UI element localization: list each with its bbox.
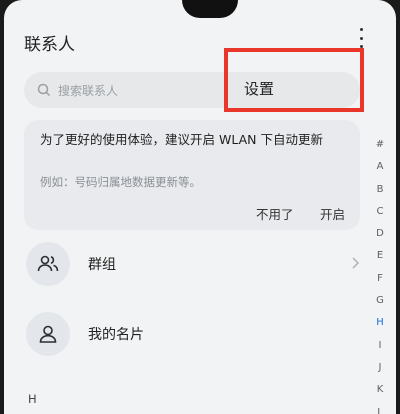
- index-letter[interactable]: C: [377, 201, 384, 223]
- index-letter[interactable]: B: [377, 179, 384, 201]
- more-options-icon[interactable]: [356, 28, 366, 48]
- enable-button[interactable]: 开启: [320, 204, 345, 223]
- search-placeholder: 搜索联系人: [58, 84, 119, 98]
- index-letter[interactable]: I: [379, 335, 382, 357]
- index-letter[interactable]: G: [376, 290, 384, 312]
- search-icon: [37, 83, 51, 97]
- camera-notch: [182, 0, 238, 18]
- index-letter[interactable]: F: [377, 268, 383, 290]
- decline-button[interactable]: 不用了: [256, 204, 294, 223]
- index-letter[interactable]: L: [377, 402, 383, 414]
- my-card-row[interactable]: 我的名片: [24, 312, 360, 368]
- person-icon: [39, 325, 57, 343]
- chevron-right-icon: [352, 257, 360, 269]
- groups-row[interactable]: 群组: [24, 242, 360, 298]
- contacts-screen: 联系人 搜索联系人 设置 为了更好的使用体验，建议开启 WLAN 下自动更新 例…: [4, 0, 396, 414]
- group-icon: [37, 255, 59, 272]
- index-letter[interactable]: K: [377, 379, 384, 401]
- section-header-h: H: [28, 392, 37, 406]
- index-letter[interactable]: D: [376, 223, 384, 245]
- alphabet-index[interactable]: # A B C D E F G H I J K L: [372, 134, 388, 414]
- index-letter[interactable]: J: [379, 357, 382, 379]
- my-card-avatar: [26, 312, 70, 356]
- page-title: 联系人: [24, 35, 75, 55]
- index-letter[interactable]: #: [376, 134, 384, 156]
- wlan-update-card: 为了更好的使用体验，建议开启 WLAN 下自动更新 例如：号码归属地数据更新等。…: [24, 120, 360, 230]
- index-letter[interactable]: A: [377, 156, 384, 178]
- index-letter[interactable]: E: [377, 245, 383, 267]
- groups-label: 群组: [88, 257, 116, 273]
- group-avatar: [26, 242, 70, 286]
- settings-menu-item[interactable]: 设置: [244, 78, 274, 99]
- wlan-update-message: 为了更好的使用体验，建议开启 WLAN 下自动更新: [40, 132, 323, 147]
- wlan-update-example: 例如：号码归属地数据更新等。: [40, 175, 201, 189]
- my-card-label: 我的名片: [88, 327, 144, 343]
- index-letter[interactable]: H: [376, 312, 384, 334]
